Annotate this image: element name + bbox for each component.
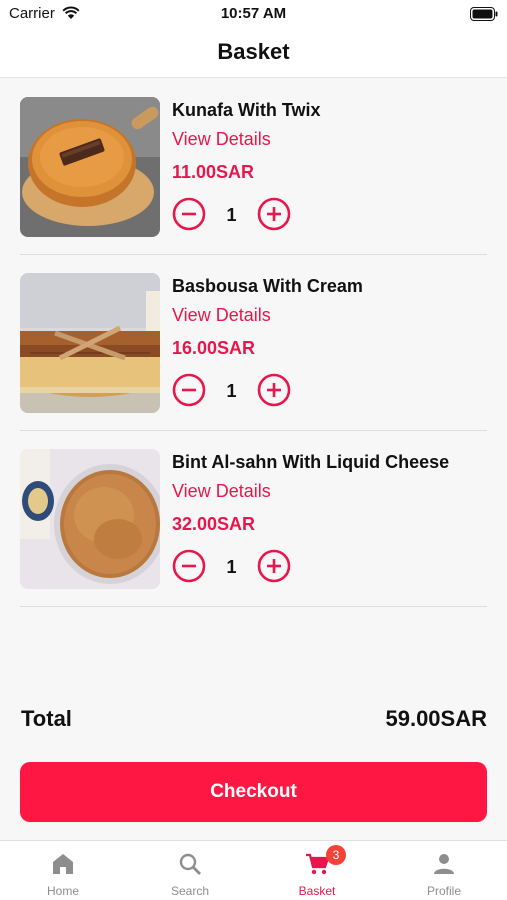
minus-circle-icon: [172, 373, 206, 407]
item-price: 16.00SAR: [172, 338, 256, 358]
basket-item: Kunafa With Twix View Details 11.00SAR 1: [20, 79, 487, 255]
status-time: 10:57 AM: [220, 5, 287, 22]
quantity-value: 1: [226, 205, 237, 225]
home-icon: [53, 854, 73, 874]
product-image[interactable]: [20, 449, 160, 589]
search-icon: [179, 853, 201, 875]
page-title: Basket: [217, 39, 290, 64]
battery-icon: [470, 7, 498, 26]
tab-label: Profile: [426, 884, 461, 898]
decrease-quantity-button[interactable]: [172, 549, 206, 583]
item-name: Basbousa With Cream: [172, 276, 363, 296]
increase-quantity-button[interactable]: [257, 197, 291, 231]
product-image[interactable]: [20, 97, 160, 237]
decrease-quantity-button[interactable]: [172, 197, 206, 231]
minus-circle-icon: [172, 549, 206, 583]
tab-label: Home: [46, 884, 79, 898]
tab-home[interactable]: Home: [0, 841, 126, 900]
view-details-link[interactable]: View Details: [172, 305, 271, 326]
minus-circle-icon: [172, 197, 206, 231]
navigation-bar: Basket: [0, 28, 507, 78]
item-name: Bint Al-sahn With Liquid Cheese: [172, 452, 450, 472]
cart-count-badge: 3: [326, 845, 346, 865]
tab-search[interactable]: Search: [127, 841, 253, 900]
basket-item: Bint Al-sahn With Liquid Cheese View Det…: [20, 431, 487, 607]
item-price: 32.00SAR: [172, 514, 256, 534]
plus-circle-icon: [257, 197, 291, 231]
view-details-link[interactable]: View Details: [172, 481, 271, 502]
decrease-quantity-button[interactable]: [172, 373, 206, 407]
plus-circle-icon: [257, 549, 291, 583]
person-icon: [434, 854, 454, 874]
increase-quantity-button[interactable]: [257, 373, 291, 407]
checkout-button[interactable]: Checkout: [20, 762, 487, 822]
tab-basket[interactable]: 3 Basket: [254, 841, 380, 900]
product-image[interactable]: [20, 273, 160, 413]
basket-item: Basbousa With Cream View Details 16.00SA…: [20, 255, 487, 431]
total-label: Total: [21, 706, 72, 731]
tab-bar: Home Search 3 Basket Profile: [0, 840, 507, 900]
increase-quantity-button[interactable]: [257, 549, 291, 583]
tab-label: Search: [170, 884, 210, 898]
item-price: 11.00SAR: [172, 162, 255, 182]
total-value: 59.00SAR: [385, 706, 487, 731]
view-details-link[interactable]: View Details: [172, 129, 271, 150]
quantity-value: 1: [226, 557, 237, 577]
tab-profile[interactable]: Profile: [381, 841, 507, 900]
plus-circle-icon: [257, 373, 291, 407]
tab-label: Basket: [298, 884, 336, 898]
item-name: Kunafa With Twix: [172, 100, 321, 120]
status-bar: Carrier 10:57 AM: [0, 0, 507, 28]
quantity-value: 1: [226, 381, 237, 401]
